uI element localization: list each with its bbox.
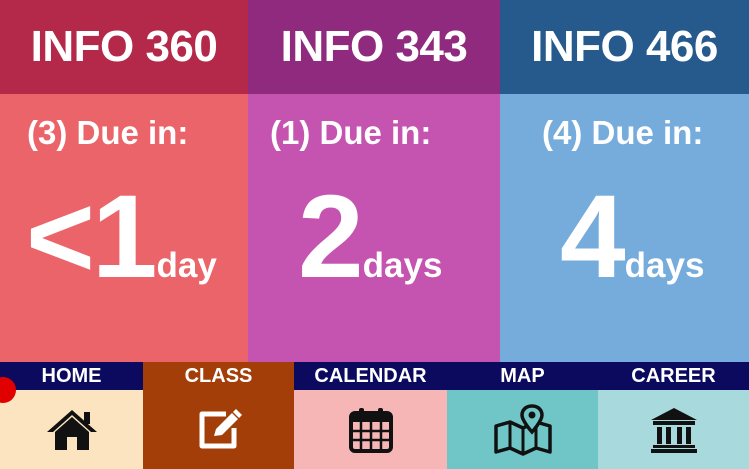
course-card-header: INFO 466 <box>500 0 749 94</box>
calendar-icon <box>348 407 393 453</box>
institution-icon <box>650 407 697 453</box>
nav-label: CAREER <box>598 362 749 390</box>
bottom-nav: HOME CLASS CALENDAR MAP CAREER <box>0 362 749 469</box>
nav-icon-area <box>447 390 598 469</box>
due-countdown: 4days <box>560 178 704 296</box>
course-code: INFO 343 <box>280 22 468 71</box>
nav-label: CALENDAR <box>294 362 447 390</box>
nav-class-button[interactable]: CLASS <box>143 362 294 469</box>
nav-map-button[interactable]: MAP <box>447 362 598 469</box>
due-count-text: (3) Due in: <box>27 114 189 151</box>
nav-career-button[interactable]: CAREER <box>598 362 749 469</box>
due-amount: 4 <box>560 171 626 303</box>
course-cards: INFO 360 (3) Due in: <1day INFO 343 (1) … <box>0 0 749 362</box>
nav-icon-area <box>143 390 294 469</box>
nav-label: CLASS <box>143 362 294 390</box>
nav-label: MAP <box>447 362 598 390</box>
due-amount: 2 <box>298 171 364 303</box>
due-count-text: (1) Due in: <box>270 114 432 151</box>
nav-calendar-button[interactable]: CALENDAR <box>294 362 447 469</box>
due-unit: days <box>362 246 443 285</box>
edit-icon <box>199 408 242 448</box>
nav-label: HOME <box>0 362 143 390</box>
due-count-text: (4) Due in: <box>542 114 704 151</box>
course-card-header: INFO 343 <box>248 0 500 94</box>
nav-icon-area <box>598 390 749 469</box>
due-amount: <1 <box>26 171 158 303</box>
course-card-info-343[interactable]: INFO 343 (1) Due in: 2days <box>248 0 500 362</box>
home-icon <box>46 409 97 450</box>
course-code: INFO 360 <box>30 22 218 71</box>
course-card-body: (1) Due in: 2days <box>248 94 500 362</box>
due-unit: days <box>624 246 705 285</box>
course-card-info-360[interactable]: INFO 360 (3) Due in: <1day <box>0 0 248 362</box>
map-icon <box>493 403 552 456</box>
due-unit: day <box>156 246 217 285</box>
course-card-info-466[interactable]: INFO 466 (4) Due in: 4days <box>500 0 749 362</box>
due-countdown: 2days <box>298 178 442 296</box>
course-card-header: INFO 360 <box>0 0 248 94</box>
nav-icon-area <box>0 390 143 469</box>
course-code: INFO 466 <box>531 22 718 71</box>
course-card-body: (4) Due in: 4days <box>500 94 749 362</box>
nav-icon-area <box>294 390 447 469</box>
course-card-body: (3) Due in: <1day <box>0 94 248 362</box>
due-countdown: <1day <box>26 178 217 296</box>
nav-home-button[interactable]: HOME <box>0 362 143 469</box>
